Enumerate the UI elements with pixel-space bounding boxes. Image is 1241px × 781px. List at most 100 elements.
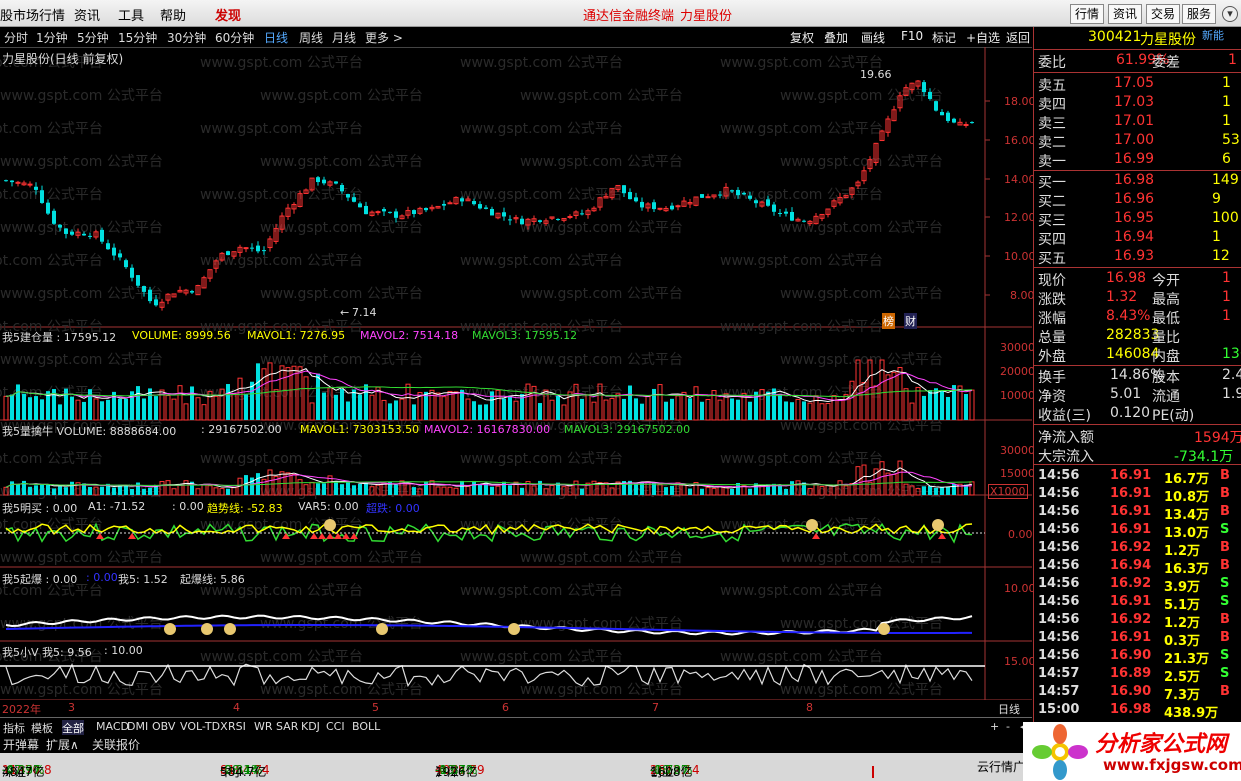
volume-bar-down xyxy=(106,399,110,420)
watermark-text: www.gspt.com 公式平台 xyxy=(720,121,883,137)
volume-bar-down xyxy=(634,483,638,495)
kline-chart[interactable]: www.gspt.com 公式平台 www.gspt.com 公式平台 www.gs… xyxy=(0,47,1032,700)
menu-discover[interactable]: 发现 xyxy=(215,5,241,24)
volume-bar-down xyxy=(52,488,56,495)
volume-bar-up xyxy=(711,488,717,496)
btn-f10[interactable]: F10 xyxy=(901,29,923,43)
tab-indicator[interactable]: 指标 xyxy=(3,720,25,736)
candle-down xyxy=(970,122,974,124)
tab-macd[interactable]: MACD xyxy=(96,720,129,733)
menu-help[interactable]: 帮助 xyxy=(160,5,186,24)
tab-voltdx[interactable]: VOL-TDX xyxy=(180,720,228,733)
volume-bar-down xyxy=(316,373,320,420)
tab-dmi[interactable]: DMI xyxy=(127,720,148,733)
zoom-in-icon[interactable]: + xyxy=(990,720,999,733)
badge-bang[interactable]: 榜 xyxy=(882,313,895,329)
volume-bar-up xyxy=(969,481,975,496)
btn-danmu[interactable]: 开弹幕 xyxy=(3,736,39,753)
stock-tag[interactable]: 新能 xyxy=(1202,27,1224,43)
y-tick: 10.00 xyxy=(1004,250,1036,263)
candle-down xyxy=(4,180,8,182)
tab-sar[interactable]: SAR xyxy=(276,720,298,733)
period-5min[interactable]: 5分钟 xyxy=(77,29,109,46)
tab-kdj[interactable]: KDJ xyxy=(301,720,320,733)
btn-fuquan[interactable]: 复权 xyxy=(790,29,814,46)
candle-down xyxy=(322,179,326,184)
watermark-text: www.gspt.com 公式平台 xyxy=(0,352,163,368)
buy-arrow-icon xyxy=(96,533,104,539)
watermark-text: www.gspt.com 公式平台 xyxy=(0,253,103,269)
watermark-text: www.gspt.com 公式平台 xyxy=(0,88,163,104)
tab-rsi[interactable]: RSI xyxy=(228,720,246,733)
period-15min[interactable]: 15分钟 xyxy=(118,29,157,46)
tick-row: 14:56 16.91 0.3万 B xyxy=(1038,630,1230,649)
candle-down xyxy=(442,203,446,206)
volume-bar-up xyxy=(183,480,189,496)
candle-down xyxy=(250,247,254,249)
watermark-text: www.gspt.com 公式平台 xyxy=(720,253,883,269)
btn-service[interactable]: 服务 xyxy=(1182,4,1217,24)
p3-tick: 0.00 xyxy=(1008,528,1033,541)
volume-bar-up xyxy=(195,397,201,421)
flower-icon xyxy=(1032,724,1088,780)
menu-tools[interactable]: 工具 xyxy=(118,5,144,24)
watermark-layer: www.gspt.com 公式平台 www.gspt.com 公式平台 www.gs… xyxy=(0,55,943,698)
volume-bar-up xyxy=(681,391,687,421)
watermark-text: www.gspt.com 公式平台 xyxy=(460,583,623,599)
btn-draw[interactable]: 画线 xyxy=(861,29,885,46)
btn-quote[interactable]: 行情 xyxy=(1070,4,1105,24)
zoom-out-icon[interactable]: - xyxy=(1006,720,1010,733)
tab-all[interactable]: 全部 xyxy=(62,720,84,736)
candle-down xyxy=(748,195,752,199)
watermark-text: www.gspt.com 公式平台 xyxy=(0,154,163,170)
volume-bar-down xyxy=(964,393,968,420)
period-1min[interactable]: 1分钟 xyxy=(36,29,68,46)
btn-mark[interactable]: 标记 xyxy=(932,29,956,46)
candle-down xyxy=(460,198,464,202)
btn-back[interactable]: 返回 xyxy=(1006,29,1030,46)
btn-add-fav[interactable]: +自选 xyxy=(966,29,1000,46)
watermark-text: www.gspt.com 公式平台 xyxy=(200,451,363,467)
volume-bar-up xyxy=(405,383,411,421)
volume-bar-down xyxy=(88,389,92,420)
volume-bar-down xyxy=(10,481,14,495)
volume-bar-up xyxy=(969,389,975,421)
menu-news[interactable]: 资讯 xyxy=(74,5,100,24)
period-monthly[interactable]: 月线 xyxy=(332,29,356,46)
candle-down xyxy=(70,231,74,235)
minimize-icon[interactable]: ▾ xyxy=(1222,6,1238,22)
period-daily[interactable]: 日线 xyxy=(264,29,288,46)
candle-down xyxy=(10,180,14,183)
watermark-text: www.gspt.com 公式平台 xyxy=(780,88,943,104)
volume-bar-down xyxy=(412,404,416,420)
menu-market[interactable]: 股市场行情 xyxy=(0,5,65,24)
candle-down xyxy=(58,224,62,228)
volume-bar-down xyxy=(670,398,674,420)
candle-down xyxy=(394,211,398,218)
period-30min[interactable]: 30分钟 xyxy=(167,29,206,46)
period-more[interactable]: 更多 > xyxy=(365,29,403,46)
tab-obv[interactable]: OBV xyxy=(152,720,175,733)
period-60min[interactable]: 60分钟 xyxy=(215,29,254,46)
volume-bar-down xyxy=(352,389,356,420)
btn-related[interactable]: 关联报价 xyxy=(92,736,140,753)
tab-wr[interactable]: WR xyxy=(254,720,273,733)
tab-template[interactable]: 模板 xyxy=(31,720,53,736)
panel4-title: 我5起爆 : 0.00 xyxy=(2,573,78,586)
candle-down xyxy=(100,229,104,242)
date-label: 8 xyxy=(806,701,813,714)
period-weekly[interactable]: 周线 xyxy=(299,29,323,46)
candle-down xyxy=(742,192,746,195)
tab-boll[interactable]: BOLL xyxy=(352,720,380,733)
period-fenshi[interactable]: 分时 xyxy=(4,29,28,46)
tick-row: 15:00 16.98 438.9万 xyxy=(1038,702,1219,721)
panel2-item: MAVOL3: 29167502.00 xyxy=(564,423,691,436)
tab-cci[interactable]: CCI xyxy=(326,720,345,733)
panel1-item: MAVOL3: 17595.12 xyxy=(472,329,578,342)
btn-expand[interactable]: 扩展∧ xyxy=(46,736,79,753)
btn-trade[interactable]: 交易 xyxy=(1146,4,1181,24)
btn-overlay[interactable]: 叠加 xyxy=(824,29,848,46)
btn-news[interactable]: 资讯 xyxy=(1108,4,1143,24)
badge-cai[interactable]: 财 xyxy=(904,313,917,329)
watermark-text: www.gspt.com 公式平台 xyxy=(0,121,103,137)
